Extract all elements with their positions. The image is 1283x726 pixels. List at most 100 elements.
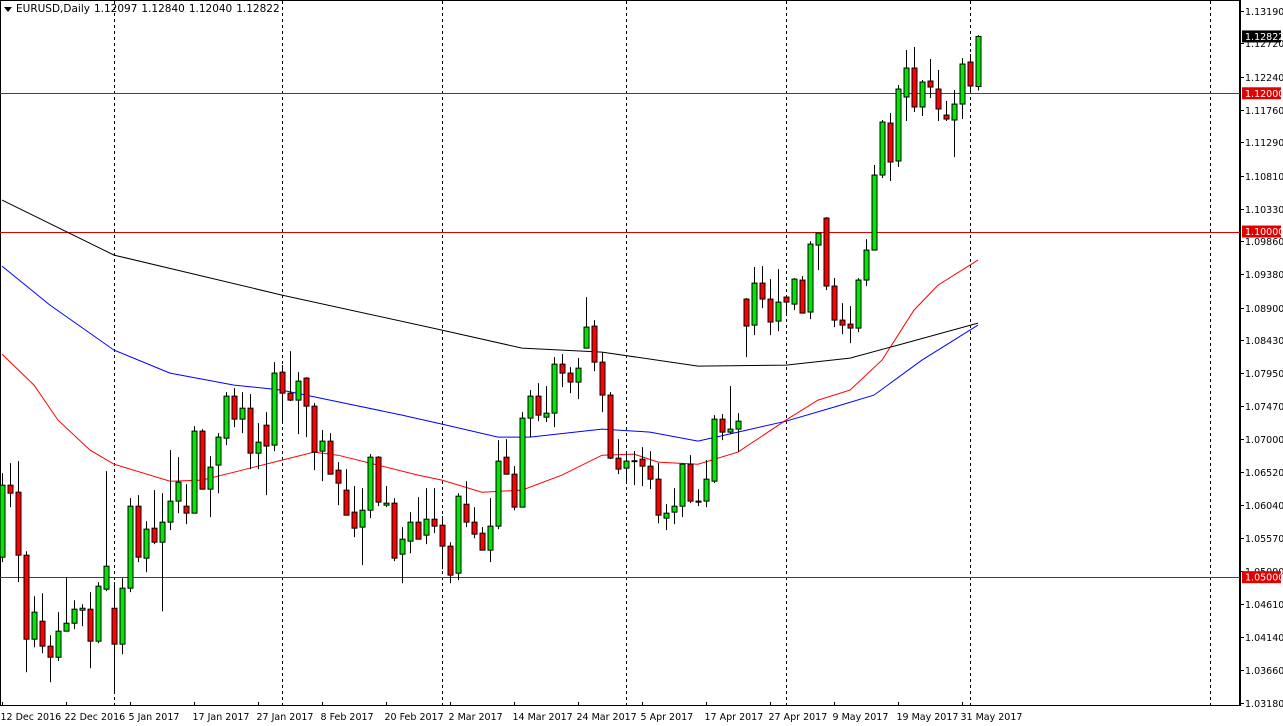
candle-body xyxy=(175,481,182,502)
price-tick-label: 1.03180 xyxy=(1245,699,1283,710)
candle[interactable] xyxy=(607,392,614,460)
candle-body xyxy=(863,249,870,281)
price-tick-label: 1.07000 xyxy=(1245,435,1283,446)
candle-body xyxy=(919,81,926,108)
candle[interactable] xyxy=(191,426,198,514)
candle-body xyxy=(927,80,934,88)
price-tick-label: 1.12240 xyxy=(1245,73,1283,84)
last-price-badge: 1.12822 xyxy=(1242,30,1283,43)
candle-body xyxy=(215,436,222,466)
level-price-badge-text: 1.05000 xyxy=(1245,573,1283,584)
candle[interactable] xyxy=(0,473,6,563)
candle-body xyxy=(759,282,766,300)
candle-body xyxy=(935,88,942,110)
candle-body xyxy=(447,545,454,576)
candle-body xyxy=(743,298,750,327)
candle-body xyxy=(39,620,46,647)
candle-body xyxy=(535,395,542,416)
candle[interactable] xyxy=(975,35,982,91)
candle[interactable] xyxy=(455,493,462,581)
candle-body xyxy=(575,367,582,383)
candle[interactable] xyxy=(895,85,902,168)
open-value: 1.12097 xyxy=(93,3,138,15)
candle-body xyxy=(607,394,614,459)
time-tick-label: 22 Dec 2016 xyxy=(65,712,126,723)
candle-body xyxy=(959,63,966,105)
price-tick-label: 1.07950 xyxy=(1245,369,1283,380)
candle-body xyxy=(183,505,190,514)
candle-body xyxy=(439,524,446,547)
candle-body xyxy=(199,430,206,490)
candle[interactable] xyxy=(271,362,278,452)
candle-body xyxy=(663,512,670,519)
candle-body xyxy=(687,463,694,502)
candle[interactable] xyxy=(855,278,862,333)
candle-body xyxy=(119,587,126,645)
candle[interactable] xyxy=(223,392,230,446)
candle-body xyxy=(255,441,262,454)
candle-body xyxy=(463,503,470,523)
candle-body xyxy=(967,61,974,87)
candle-body xyxy=(839,319,846,326)
plot-area-border xyxy=(0,0,1240,706)
time-tick-label: 27 Apr 2017 xyxy=(769,712,828,723)
price-tick-label: 1.09380 xyxy=(1245,270,1283,281)
candle-body xyxy=(279,371,286,394)
candle[interactable] xyxy=(367,454,374,519)
price-chart[interactable]: 1.131901.127201.122401.117601.112901.108… xyxy=(0,0,1283,726)
candle[interactable] xyxy=(119,578,126,655)
high-value: 1.12840 xyxy=(141,3,185,15)
candle-body xyxy=(727,428,734,433)
candle-body xyxy=(247,407,254,454)
candle-body xyxy=(783,296,790,303)
level-price-badge-text: 1.12000 xyxy=(1245,89,1283,100)
candle-body xyxy=(375,456,382,503)
candle-body xyxy=(503,456,510,475)
candle[interactable] xyxy=(879,120,886,179)
candle-body xyxy=(391,502,398,559)
candle-body xyxy=(615,457,622,470)
candle-body xyxy=(567,372,574,383)
candle-body xyxy=(319,440,326,452)
candle[interactable] xyxy=(807,241,814,320)
candle[interactable] xyxy=(391,498,398,562)
level-price-badge: 1.10000 xyxy=(1242,225,1283,238)
last-price-badge-text: 1.12822 xyxy=(1245,32,1283,43)
price-tick-label: 1.04140 xyxy=(1245,633,1283,644)
candle-body xyxy=(847,323,854,329)
low-value: 1.12040 xyxy=(188,3,233,15)
price-tick-label: 1.06520 xyxy=(1245,468,1283,479)
candle[interactable] xyxy=(823,217,830,291)
time-tick-label: 5 Jan 2017 xyxy=(129,712,180,723)
candle-body xyxy=(639,458,646,467)
candle-body xyxy=(31,611,38,640)
candle[interactable] xyxy=(375,456,382,507)
triangle-down-icon[interactable] xyxy=(4,6,12,12)
candle-body xyxy=(151,527,158,543)
candle-body xyxy=(295,380,302,401)
candle-body xyxy=(191,430,198,514)
level-price-badge: 1.05000 xyxy=(1242,571,1283,584)
candle-body xyxy=(71,608,78,624)
candle-body xyxy=(855,279,862,329)
candle-body xyxy=(287,392,294,401)
candle-body xyxy=(623,460,630,469)
candle[interactable] xyxy=(519,412,526,508)
candle-body xyxy=(807,243,814,313)
candle[interactable] xyxy=(799,276,806,314)
candle-body xyxy=(975,35,982,88)
candle-body xyxy=(471,521,478,535)
candle-body xyxy=(135,505,142,558)
candle-body xyxy=(303,377,310,407)
time-tick-label: 8 Feb 2017 xyxy=(321,712,374,723)
candle-body xyxy=(543,412,550,418)
candle-body xyxy=(911,67,918,108)
candle[interactable] xyxy=(711,415,718,484)
candle[interactable] xyxy=(199,429,206,490)
candle-body xyxy=(327,440,334,475)
price-tick-label: 1.10810 xyxy=(1245,172,1283,183)
candle[interactable] xyxy=(871,165,878,251)
candle[interactable] xyxy=(127,498,134,593)
candle[interactable] xyxy=(95,582,102,644)
candle-body xyxy=(671,505,678,513)
